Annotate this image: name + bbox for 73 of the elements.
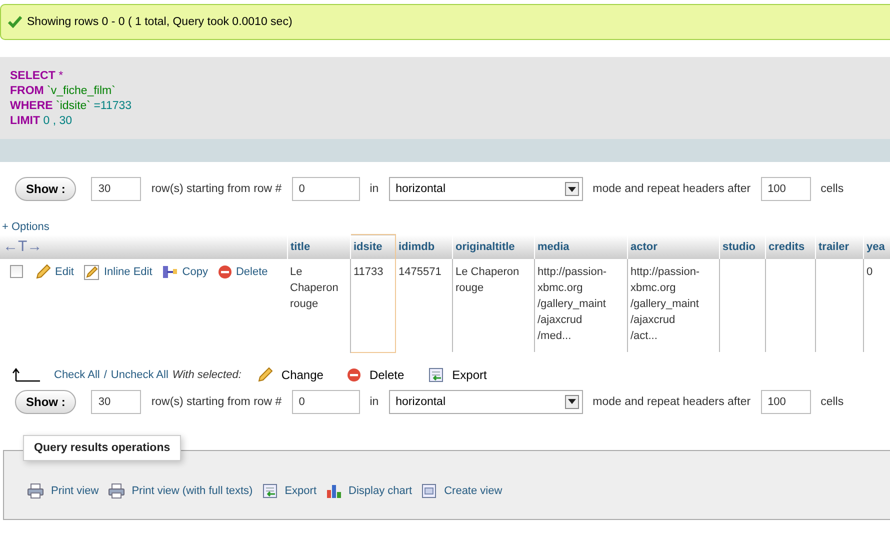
table-cell: 1475571 — [398, 266, 442, 278]
table-cell: 0 — [866, 266, 873, 278]
sql-line: LIMIT 0 , 30 — [10, 114, 73, 129]
cells-label: cells — [820, 183, 844, 195]
sql-line: WHERE `idsite` =11733 — [10, 99, 133, 114]
delete-link[interactable]: Delete — [236, 264, 268, 280]
repeat-headers-input[interactable]: 100 — [760, 177, 811, 201]
bar-chart-icon — [326, 482, 342, 498]
cells-label: cells — [820, 396, 844, 408]
delete-link[interactable]: Delete — [369, 368, 404, 382]
mode-dropdown[interactable]: horizontal — [388, 177, 583, 201]
sql-line: SELECT * — [10, 69, 64, 84]
column-header[interactable]: idsite — [350, 234, 395, 258]
uncheck-all-link[interactable]: Uncheck All — [110, 368, 168, 380]
row-checkbox[interactable] — [10, 265, 23, 278]
change-link[interactable]: Change — [281, 368, 324, 382]
pencil-icon — [84, 264, 100, 280]
export-link[interactable]: Export — [284, 484, 317, 496]
check-all-link[interactable]: Check All — [54, 368, 100, 380]
separator-text: / — [104, 368, 107, 380]
column-header[interactable]: credits — [765, 234, 815, 258]
column-header[interactable]: title — [287, 234, 350, 258]
repeat-headers-input[interactable]: 100 — [760, 390, 811, 414]
copy-icon — [162, 264, 178, 280]
edit-link[interactable]: Edit — [55, 264, 74, 280]
show-button[interactable]: Show : — [15, 390, 76, 414]
column-header[interactable]: actor — [627, 234, 719, 258]
create-view-link[interactable]: Create view — [444, 484, 502, 496]
delete-icon — [347, 368, 362, 382]
repeat-headers-label: mode and repeat headers after — [592, 396, 751, 408]
print-view-link[interactable]: Print view (with full texts) — [132, 484, 253, 496]
column-header[interactable]: studio — [719, 234, 765, 258]
printer-icon — [27, 482, 44, 498]
in-label: in — [370, 396, 379, 408]
column-header[interactable]: media — [534, 234, 627, 258]
export-icon — [262, 482, 278, 498]
table-cell: http://passion- xbmc.org /gallery_maint /ajaxcrud /act... — [630, 266, 700, 342]
column-header[interactable]: yea — [863, 234, 890, 258]
table-cell: http://passion- xbmc.org /gallery_maint /ajaxcrud /med... — [538, 266, 607, 342]
display-chart-link[interactable]: Display chart — [348, 484, 412, 496]
column-header[interactable]: idimdb — [395, 234, 452, 258]
export-icon — [428, 366, 444, 382]
rows-label: row(s) starting from row # — [151, 396, 282, 408]
mode-dropdown[interactable]: horizontal — [388, 390, 583, 414]
start-row-input[interactable]: 0 — [292, 177, 360, 201]
with-selected-label: With selected: — [172, 368, 242, 380]
copy-link[interactable]: Copy — [182, 264, 208, 280]
show-button[interactable]: Show : — [15, 177, 76, 201]
column-header[interactable]: trailer — [815, 234, 863, 258]
pencil-icon — [257, 366, 274, 382]
table-cell: Le Chaperon rouge — [290, 266, 338, 310]
rows-label: row(s) starting from row # — [151, 183, 282, 195]
window-icon — [421, 482, 438, 498]
delete-icon — [218, 264, 232, 278]
rows-input[interactable]: 30 — [91, 177, 142, 201]
check-icon — [8, 16, 22, 28]
options-link[interactable]: + Options — [2, 221, 50, 233]
repeat-headers-label: mode and repeat headers after — [592, 183, 751, 195]
pencil-icon — [35, 264, 51, 280]
print-view-link[interactable]: Print view — [51, 484, 99, 496]
in-label: in — [370, 183, 379, 195]
column-header[interactable]: originaltitle — [452, 234, 534, 258]
start-row-input[interactable]: 0 — [292, 390, 360, 414]
table-cell: Le Chaperon rouge — [456, 266, 520, 294]
inline-edit-link[interactable]: Inline Edit — [104, 264, 152, 280]
table-cell: 11733 — [354, 266, 384, 278]
rows-input[interactable]: 30 — [91, 390, 142, 414]
export-link[interactable]: Export — [452, 368, 487, 382]
message-text: Showing rows 0 - 0 ( 1 total, Query took 0.0010 sec) — [27, 16, 292, 28]
sql-line: FROM `v_fiche_film` — [10, 84, 116, 99]
fieldset-legend: Query results operations — [23, 434, 182, 460]
printer-icon — [108, 482, 125, 498]
corner-arrow-icon — [12, 368, 40, 382]
